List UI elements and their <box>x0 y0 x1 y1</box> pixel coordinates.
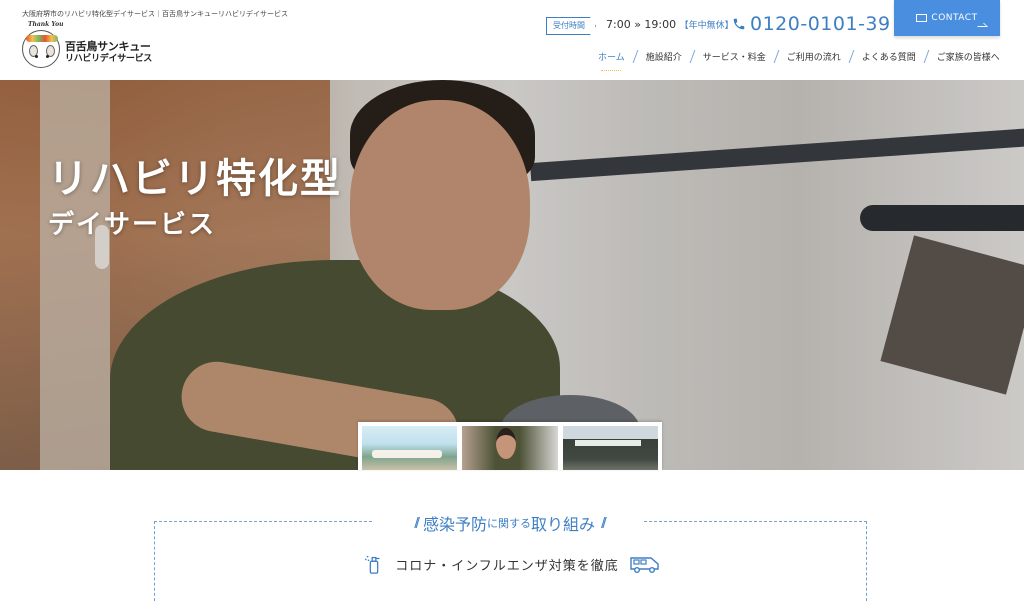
site-header: 大阪府堺市のリハビリ特化型デイサービス｜百舌鳥サンキューリハビリデイサービス T… <box>0 0 1024 80</box>
hours-time: 7:00 » 19:00 <box>606 18 677 31</box>
logo-subname: リハビリデイサービス <box>65 54 153 64</box>
slider-thumbnails <box>358 422 662 470</box>
hero-title: リハビリ特化型 <box>48 155 342 202</box>
nav-item-family[interactable]: ご家族の皆様へ <box>927 50 1010 63</box>
nav-item-home[interactable]: ホーム <box>588 50 635 71</box>
slash-decoration-icon: // <box>601 515 607 531</box>
infection-notice-line: コロナ・インフルエンザ対策を徹底 <box>352 551 672 577</box>
logo-thankyou: Thank You <box>28 21 64 28</box>
business-hours: 7:00 » 19:00 【年中無休】 <box>606 18 734 31</box>
hours-note: 【年中無休】 <box>679 21 734 31</box>
phone-link[interactable]: 0120-0101-39 <box>732 13 891 35</box>
hours-badge: 受付時間 <box>546 17 596 35</box>
slash-decoration-icon: // <box>414 515 420 531</box>
infection-notice-heading: // 感染予防 に関する 取り組み // <box>374 510 644 536</box>
phone-number: 0120-0101-39 <box>750 13 891 35</box>
nav-item-faq[interactable]: よくある質問 <box>852 50 926 63</box>
infection-notice-text: コロナ・インフルエンザ対策を徹底 <box>395 558 619 574</box>
hero-slider <box>0 80 1024 470</box>
mail-icon <box>916 14 928 22</box>
nav-item-service[interactable]: サービス・料金 <box>693 50 776 63</box>
slider-thumb-staff[interactable] <box>462 426 558 470</box>
active-indicator <box>601 67 622 71</box>
arrow-right-icon <box>974 23 988 27</box>
phone-icon <box>733 18 745 30</box>
van-icon <box>630 557 659 573</box>
contact-button[interactable]: CONTACT <box>894 0 1000 36</box>
main-nav: ホーム 施設紹介 サービス・料金 ご利用の流れ よくある質問 ご家族の皆様へ <box>588 50 1010 71</box>
slider-thumb-room[interactable] <box>362 426 458 470</box>
hero-subtitle: デイサービス <box>48 210 217 240</box>
nav-item-flow[interactable]: ご利用の流れ <box>777 50 851 63</box>
logo-dog-icon <box>22 30 60 68</box>
contact-label: CONTACT <box>931 13 978 23</box>
nav-item-facility[interactable]: 施設紹介 <box>636 50 692 63</box>
slider-thumb-building[interactable] <box>562 426 658 470</box>
site-tagline: 大阪府堺市のリハビリ特化型デイサービス｜百舌鳥サンキューリハビリデイサービス <box>22 10 288 18</box>
site-logo[interactable]: Thank You 百舌鳥サンキュー リハビリデイサービス <box>22 21 162 68</box>
spray-icon <box>365 555 380 574</box>
